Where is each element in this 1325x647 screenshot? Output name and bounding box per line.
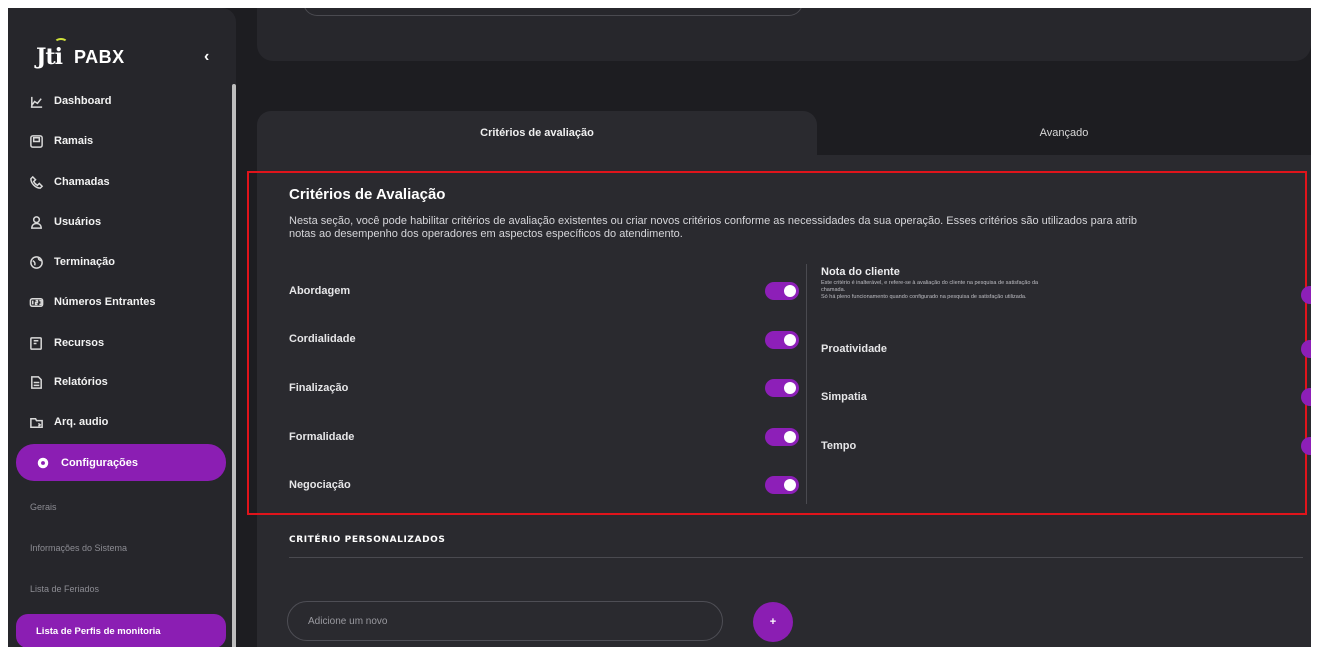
- criteria-description: Nesta seção, você pode habilitar critéri…: [289, 215, 1319, 241]
- sidebar-item-label: Dashboard: [54, 95, 112, 107]
- submenu-item-perfis-monitoria[interactable]: Lista de Perfis de monitoria: [16, 614, 226, 647]
- sidebar-item-dashboard[interactable]: Dashboard: [28, 88, 111, 114]
- sidebar-item-arq-audio[interactable]: Arq. audio: [28, 409, 108, 435]
- criteria-description-line: notas ao desempenho dos operadores em as…: [289, 228, 683, 240]
- sidebar-item-label: Relatórios: [54, 376, 108, 388]
- criterion-label-formalidade: Formalidade: [289, 431, 355, 443]
- sidebar-item-label: Arq. audio: [54, 416, 109, 428]
- resources-icon: [28, 335, 44, 351]
- logo: Jti PABX: [36, 38, 125, 70]
- sidebar-item-recursos[interactable]: Recursos: [28, 330, 104, 356]
- criterion-label-cordialidade: Cordialidade: [289, 333, 356, 345]
- add-criterion-button[interactable]: +: [753, 602, 793, 642]
- tab-avancado[interactable]: Avançado: [817, 111, 1311, 155]
- sidebar-item-label: Números Entrantes: [54, 296, 156, 308]
- sidebar-item-label: Usuários: [54, 216, 102, 228]
- top-input[interactable]: [303, 8, 803, 16]
- criterion-label-nota-cliente: Nota do cliente: [821, 266, 900, 278]
- report-icon: [28, 374, 44, 390]
- sidebar-item-label: Configurações: [61, 456, 139, 469]
- nota-note-line: chamada.: [821, 287, 846, 293]
- sidebar-item-configuracoes[interactable]: Configurações: [16, 444, 226, 481]
- section-divider: [289, 557, 1303, 558]
- toggle-formalidade[interactable]: [765, 428, 799, 446]
- criterion-label-proatividade: Proatividade: [821, 343, 888, 355]
- sidebar-item-label: Recursos: [54, 337, 105, 349]
- user-icon: [28, 214, 44, 230]
- collapse-sidebar-icon[interactable]: ‹: [204, 48, 209, 66]
- nota-cliente-note: Este critério é inalterável, e refere-se…: [821, 280, 1201, 301]
- number-icon: [28, 294, 44, 310]
- criterion-label-finalizacao: Finalização: [289, 382, 349, 394]
- submenu-item-gerais[interactable]: Gerais: [30, 502, 57, 512]
- criterion-label-abordagem: Abordagem: [289, 285, 351, 297]
- toggle-negociacao[interactable]: [765, 476, 799, 494]
- sidebar: Jti PABX ‹ Dashboard Ramais Chamadas Usu…: [8, 8, 236, 647]
- sidebar-item-label: Terminação: [54, 256, 115, 268]
- criterion-label-tempo: Tempo: [821, 440, 857, 452]
- sidebar-item-relatorios[interactable]: Relatórios: [28, 369, 108, 395]
- criterion-label-simpatia: Simpatia: [821, 391, 867, 403]
- sidebar-item-label: Ramais: [54, 135, 94, 147]
- sidebar-item-terminacao[interactable]: Terminação: [28, 249, 115, 275]
- logo-mark: Jti: [36, 38, 68, 70]
- tab-criterios-avaliacao[interactable]: Critérios de avaliação: [257, 111, 817, 155]
- dashboard-icon: [28, 93, 44, 109]
- gear-icon: [35, 455, 51, 471]
- sidebar-item-ramais[interactable]: Ramais: [28, 128, 93, 154]
- toggle-abordagem[interactable]: [765, 282, 799, 300]
- criterion-label-negociacao: Negociação: [289, 479, 351, 491]
- nota-note-line: Este critério é inalterável, e refere-se…: [821, 280, 1039, 286]
- top-card: [257, 8, 1311, 61]
- toggle-cordialidade[interactable]: [765, 331, 799, 349]
- custom-criteria-title: CRITÉRIO PERSONALIZADOS: [289, 535, 446, 545]
- criteria-description-line: Nesta seção, você pode habilitar critéri…: [289, 215, 1138, 227]
- submenu-item-informacoes-sistema[interactable]: Informações do Sistema: [30, 543, 127, 553]
- phone-icon: [28, 174, 44, 190]
- audio-folder-icon: [28, 414, 44, 430]
- submenu-item-lista-feriados[interactable]: Lista de Feriados: [30, 584, 99, 594]
- extension-icon: [28, 133, 44, 149]
- sidebar-item-usuarios[interactable]: Usuários: [28, 209, 101, 235]
- sidebar-item-chamadas[interactable]: Chamadas: [28, 169, 110, 195]
- globe-icon: [28, 254, 44, 270]
- sidebar-item-numeros-entrantes[interactable]: Números Entrantes: [28, 289, 155, 315]
- column-divider: [806, 264, 807, 504]
- sidebar-item-label: Chamadas: [54, 176, 110, 188]
- criteria-title: Critérios de Avaliação: [289, 186, 446, 203]
- nota-note-line: Só há pleno funcionamento quando configu…: [821, 294, 1027, 300]
- product-name: PABX: [73, 46, 125, 67]
- new-criterion-input[interactable]: [287, 601, 723, 641]
- toggle-finalizacao[interactable]: [765, 379, 799, 397]
- sidebar-scrollbar[interactable]: [232, 84, 236, 647]
